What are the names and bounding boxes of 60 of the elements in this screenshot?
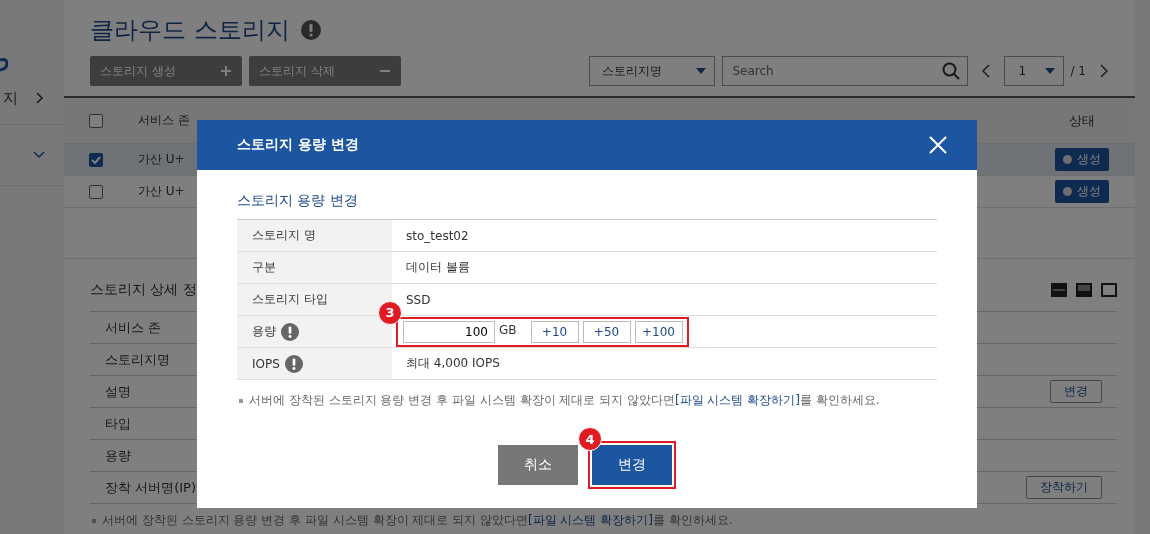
- filter-dropdown[interactable]: 스토리지명: [588, 56, 715, 86]
- search-icon[interactable]: [941, 62, 960, 80]
- field-value: 최대 4,000 IOPS: [406, 355, 500, 372]
- field-value: SSD: [406, 292, 431, 307]
- status-badge: 생성: [1054, 148, 1109, 171]
- next-page-icon[interactable]: [1099, 64, 1109, 78]
- step-badge: 4: [578, 427, 602, 451]
- increment-button[interactable]: +10: [530, 320, 579, 343]
- status-badge: 생성: [1054, 180, 1109, 203]
- field-label: 타입: [105, 414, 131, 433]
- field-label: 설명: [105, 382, 131, 401]
- info-icon[interactable]: [284, 354, 303, 373]
- help-note: 서버에 장착된 스토리지 용량 변경 후 파일 시스템 확장이 제대로 되지 않았다면[파일 시스템 확장하기]를 확인하세요.: [237, 392, 937, 409]
- section-title: 스토리지 상세 정: [90, 281, 197, 299]
- column-header: 서비스 존: [138, 113, 190, 127]
- previous-page-icon[interactable]: [980, 64, 991, 78]
- field-value: sto_test02: [406, 228, 469, 243]
- close-icon[interactable]: [929, 136, 947, 154]
- increment-button[interactable]: +100: [634, 320, 683, 343]
- field-label: 스토리지명: [105, 350, 170, 369]
- help-note: 서버에 장착된 스토리지 용량 변경 후 파일 시스템 확장이 제대로 되지 않았다면[파일 시스템 확장하기]를 확인하세요.: [90, 512, 1117, 529]
- unit-label: GB: [499, 322, 517, 337]
- column-header: 상태: [1068, 111, 1095, 130]
- capacity-input[interactable]: 100: [403, 320, 495, 343]
- action-button[interactable]: 장착하기: [1026, 476, 1102, 499]
- table-cell: 가산 U+: [138, 184, 185, 198]
- page-total: / 1: [1070, 64, 1086, 78]
- increment-button[interactable]: +50: [582, 320, 631, 343]
- section-title: 스토리지 용량 변경: [237, 192, 359, 210]
- field-label: 장착 서버명(IP): [105, 478, 196, 497]
- create-storage-button[interactable]: 스토리지 생성: [90, 56, 242, 86]
- field-label: 용량: [252, 323, 276, 340]
- info-icon[interactable]: [281, 322, 299, 341]
- plus-icon: [220, 65, 232, 77]
- delete-storage-button[interactable]: 스토리지 삭제: [249, 56, 401, 86]
- page-dropdown[interactable]: 1: [1003, 56, 1064, 86]
- cancel-button[interactable]: 취소: [498, 445, 578, 485]
- field-label: 스토리지 명: [252, 227, 316, 244]
- sidebar-item[interactable]: 지: [3, 88, 18, 108]
- checkbox[interactable]: [89, 184, 103, 199]
- checkbox[interactable]: [89, 152, 103, 167]
- full-view-icon[interactable]: [1101, 283, 1117, 297]
- page-title: 클라우드 스토리지: [90, 15, 290, 46]
- field-label: 스토리지 타입: [252, 291, 328, 308]
- table-cell: 가산 U+: [138, 152, 185, 166]
- field-label: 용량: [105, 446, 131, 465]
- minus-icon: [379, 70, 391, 72]
- dialog-title: 스토리지 용량 변경: [237, 136, 359, 154]
- field-label: 구분: [252, 259, 276, 276]
- field-label: 서비스 존: [105, 318, 162, 337]
- checkbox[interactable]: [89, 113, 103, 128]
- field-value: 데이터 볼륨: [406, 259, 470, 276]
- logo-icon: [0, 58, 8, 72]
- link[interactable]: [파일 시스템 확장하기]: [527, 512, 653, 529]
- confirm-button[interactable]: 변경: [592, 445, 672, 485]
- search-field[interactable]: Search: [721, 56, 968, 86]
- info-icon[interactable]: [300, 20, 321, 40]
- action-button[interactable]: 변경: [1050, 380, 1102, 403]
- field-label: IOPS: [252, 356, 280, 371]
- link[interactable]: [파일 시스템 확장하기]: [674, 392, 800, 409]
